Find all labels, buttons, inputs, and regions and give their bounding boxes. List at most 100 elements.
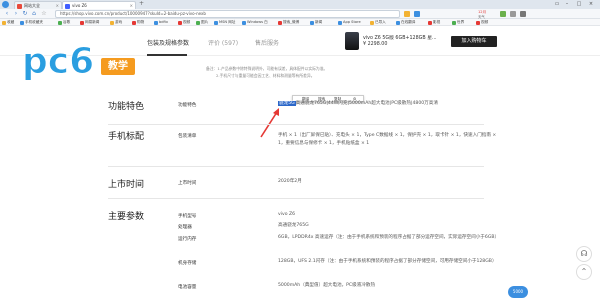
- google-icon: [58, 20, 62, 25]
- home-icon[interactable]: ⌂: [30, 10, 38, 18]
- bookmark-item[interactable]: 谷歌: [58, 19, 70, 26]
- minimize-icon[interactable]: –: [562, 0, 572, 8]
- bookmark-item[interactable]: Windows 白: [242, 19, 268, 26]
- bookmark-item[interactable]: 图片: [196, 19, 208, 26]
- toolbar: ‹ › ↻ ⌂ ☆ https://shop.vivo.com.cn/produ…: [0, 9, 600, 19]
- search-engine-icon[interactable]: [414, 11, 420, 17]
- forward-icon[interactable]: ›: [12, 10, 20, 18]
- bookmark-label: 新闻: [315, 20, 323, 24]
- back-to-top-icon[interactable]: ⌃: [576, 264, 592, 280]
- add-to-cart-button[interactable]: 加入购物车: [451, 36, 497, 47]
- floating-button[interactable]: 5000: [508, 286, 528, 298]
- bookmark-item[interactable]: 影视: [428, 19, 440, 26]
- bookmark-label: 在线翻译: [401, 20, 416, 24]
- bolt-icon[interactable]: [404, 11, 410, 17]
- folder-icon: [20, 20, 24, 25]
- bookmark-item[interactable]: 视频: [476, 19, 488, 26]
- windows-icon: [242, 20, 246, 25]
- spec-value: 高通骁龙765G: [278, 223, 309, 228]
- bookmark-item[interactable]: 新闻: [310, 19, 322, 26]
- video-icon: [476, 20, 480, 25]
- bookmark-item[interactable]: 已导入: [370, 19, 386, 26]
- section-divider: [108, 166, 484, 167]
- bookmark-item[interactable]: App Store: [338, 19, 361, 26]
- browser-window: 网站大全 × vivo Z6 × + ▭ – □ × ‹ › ↻ ⌂ ☆ htt…: [0, 0, 600, 298]
- bookmark-label: 图片: [201, 20, 209, 24]
- tab-label: 网站大全: [24, 3, 40, 8]
- bookmark-label: 世界: [457, 20, 465, 24]
- bookmark-label: 游戏: [115, 20, 123, 24]
- spec-label: 机身存储: [178, 261, 197, 266]
- spec-value: 骁龙5G高通骁龙765G|44W闪充|5000mAh超大电池|PC级散热|480…: [278, 100, 488, 108]
- spec-value: vivo Z6: [278, 212, 296, 217]
- tab-specs[interactable]: 包装及规格参数: [147, 38, 189, 47]
- back-icon[interactable]: ‹: [3, 10, 11, 18]
- close-window-icon[interactable]: ×: [586, 0, 596, 8]
- product-price: ¥ 2298.00: [363, 42, 388, 47]
- star-icon: [2, 20, 6, 25]
- tab-reviews[interactable]: 评价 (597): [208, 38, 238, 47]
- bookmark-item[interactable]: 网易新闻: [80, 19, 99, 26]
- translate-icon: [396, 20, 400, 25]
- address-bar[interactable]: https://shop.vivo.com.cn/product/1000094…: [55, 10, 400, 18]
- bookmark-label: 视频: [183, 20, 191, 24]
- logo-badge: 教学: [101, 58, 135, 75]
- app-store-icon: [338, 20, 342, 25]
- bookmark-item[interactable]: MSN 网址: [214, 19, 235, 26]
- spec-label: 手机型号: [178, 214, 197, 219]
- bookmark-label: 视频: [481, 20, 489, 24]
- tab-websites[interactable]: 网站大全 ×: [14, 1, 62, 9]
- tab-vivo[interactable]: vivo Z6 ×: [62, 1, 136, 9]
- section-heading: 主要参数: [108, 212, 145, 222]
- title-bar: 网站大全 × vivo Z6 × + ▭ – □ ×: [0, 0, 600, 9]
- tab-favicon-icon: [17, 3, 22, 9]
- product-name: vivo Z6 5G版 6GB+128GB 星...: [363, 36, 437, 41]
- new-tab-icon[interactable]: +: [139, 0, 144, 7]
- bookmark-label: bdfix: [159, 20, 168, 24]
- spec-label: 电池容量: [178, 285, 197, 290]
- menu-icon[interactable]: [520, 11, 526, 17]
- spec-label: 上市时间: [178, 181, 197, 186]
- bookmark-label: 影视: [433, 20, 441, 24]
- bd-icon: [154, 20, 158, 25]
- active-tab-indicator: [147, 54, 187, 56]
- bookmark-item[interactable]: 游戏: [110, 19, 122, 26]
- movie-icon: [428, 20, 432, 25]
- bookmark-item[interactable]: 搜索_微博: [278, 19, 299, 26]
- bookmark-item[interactable]: bdfix: [154, 19, 168, 26]
- customer-service-icon[interactable]: ☊: [576, 246, 592, 262]
- video-icon: [178, 20, 182, 25]
- page-content: 包装及规格参数 评价 (597) 售后服务 vivo Z6 5G版 6GB+12…: [0, 26, 600, 298]
- bookmark-label: 购物: [137, 20, 145, 24]
- bookmark-item[interactable]: 收藏: [2, 19, 14, 26]
- bookmark-item[interactable]: 购物: [132, 19, 144, 26]
- bookmark-item[interactable]: 世界: [452, 19, 464, 26]
- bookmark-item[interactable]: 视频: [178, 19, 190, 26]
- spec-label: 处理器: [178, 225, 192, 230]
- section-divider: [108, 124, 484, 125]
- world-icon: [452, 20, 456, 25]
- tab-after-sales[interactable]: 售后服务: [255, 38, 279, 47]
- browser-logo-icon: [2, 1, 9, 8]
- bookmark-label: 收藏: [7, 20, 15, 24]
- weibo-icon: [278, 20, 282, 25]
- bookmark-label: MSN 网址: [219, 20, 236, 24]
- maximize-icon[interactable]: □: [574, 0, 584, 8]
- spec-label: 运行内存: [178, 237, 197, 242]
- feature-text: 高通骁龙765G|44W闪充|5000mAh超大电池|PC级散热|4800万高清: [295, 101, 438, 106]
- refresh-icon[interactable]: ↻: [21, 10, 29, 18]
- favorite-icon[interactable]: ☆: [40, 10, 48, 18]
- tab-favicon-icon: [65, 3, 70, 9]
- bookmark-item[interactable]: 手机收藏夹: [20, 19, 43, 26]
- bookmark-item[interactable]: 在线翻译: [396, 19, 415, 26]
- product-thumbnail: [345, 32, 359, 50]
- tab-close-icon[interactable]: ×: [56, 2, 59, 9]
- extension-icon[interactable]: [500, 11, 506, 17]
- note-line-1: 备注：1.产品参数中除特殊说明外，可能有误差，具体配件以实际为准。: [206, 66, 328, 71]
- bookmark-label: App Store: [343, 20, 361, 24]
- skin-icon[interactable]: ▭: [552, 0, 562, 8]
- bookmark-label: Windows 白: [247, 20, 268, 24]
- download-icon[interactable]: [510, 11, 516, 17]
- tab-close-icon[interactable]: ×: [130, 2, 133, 9]
- msn-icon: [214, 20, 218, 25]
